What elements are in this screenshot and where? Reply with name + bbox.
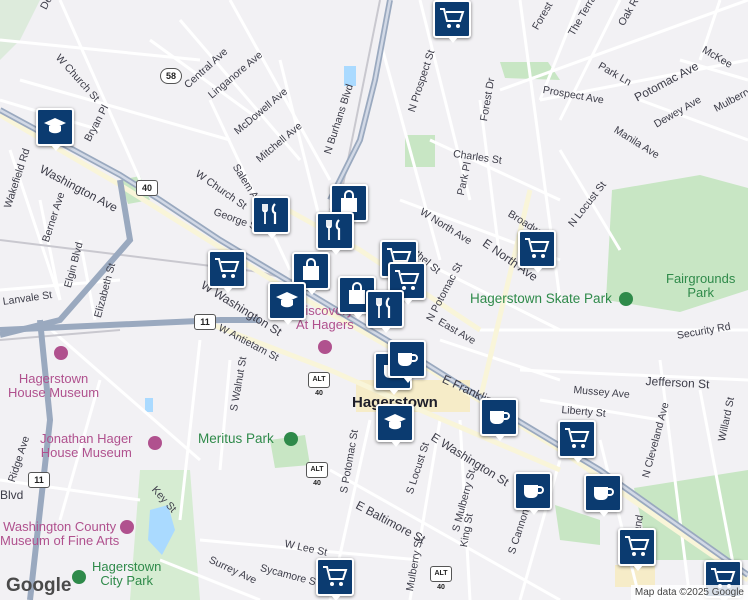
poi-marker-cart[interactable]: [208, 250, 246, 293]
poi-marker-cart[interactable]: [618, 528, 656, 571]
map-attribution[interactable]: Map data ©2025 Google: [630, 585, 748, 600]
fairgrounds-park-label[interactable]: Fairgrounds Park: [666, 272, 735, 299]
poi-marker-cart[interactable]: [433, 0, 471, 43]
hagerstown-house-museum-label[interactable]: Hagerstown House Museum: [8, 372, 99, 399]
skate-park-label[interactable]: Hagerstown Skate Park: [470, 291, 612, 306]
meritus-park-label[interactable]: Meritus Park: [198, 431, 274, 446]
poi-marker-restaurant[interactable]: [316, 212, 354, 255]
museum-icon: [318, 340, 332, 354]
street-label: Blvd: [0, 488, 24, 502]
museum-icon: [54, 346, 68, 360]
park-icon: [72, 570, 86, 584]
tree-icon: [619, 292, 633, 306]
museum-icon: [148, 436, 162, 450]
poi-marker-coffee[interactable]: [480, 398, 518, 441]
map-canvas[interactable]: Devonshire W Church St Central Ave Linga…: [0, 0, 748, 600]
route-shield: ALT 40: [306, 462, 328, 487]
city-park-label[interactable]: Hagerstown City Park: [92, 560, 161, 587]
poi-marker-coffee[interactable]: [514, 472, 552, 515]
poi-marker-school[interactable]: [376, 404, 414, 447]
route-shield: 11: [194, 314, 216, 330]
poi-marker-restaurant[interactable]: [252, 196, 290, 239]
poi-marker-cart[interactable]: [558, 420, 596, 463]
hager-house-museum-label[interactable]: Jonathan Hager House Museum: [40, 432, 133, 459]
fine-arts-museum-label[interactable]: Washington County Museum of Fine Arts: [0, 520, 119, 547]
route-shield: ALT 40: [308, 372, 330, 397]
route-shield: 58: [160, 68, 182, 84]
poi-marker-school[interactable]: [36, 108, 74, 151]
route-shield: 40: [136, 180, 158, 196]
poi-marker-coffee[interactable]: [388, 340, 426, 383]
poi-marker-coffee[interactable]: [584, 474, 622, 517]
route-shield: 11: [28, 472, 50, 488]
google-logo: Google: [6, 575, 72, 596]
museum-icon: [120, 520, 134, 534]
route-shield: ALT 40: [430, 566, 452, 591]
stadium-icon: [284, 432, 298, 446]
poi-marker-cart[interactable]: [316, 558, 354, 600]
poi-marker-school[interactable]: [268, 282, 306, 325]
poi-marker-restaurant[interactable]: [366, 290, 404, 333]
poi-marker-cart[interactable]: [518, 230, 556, 273]
